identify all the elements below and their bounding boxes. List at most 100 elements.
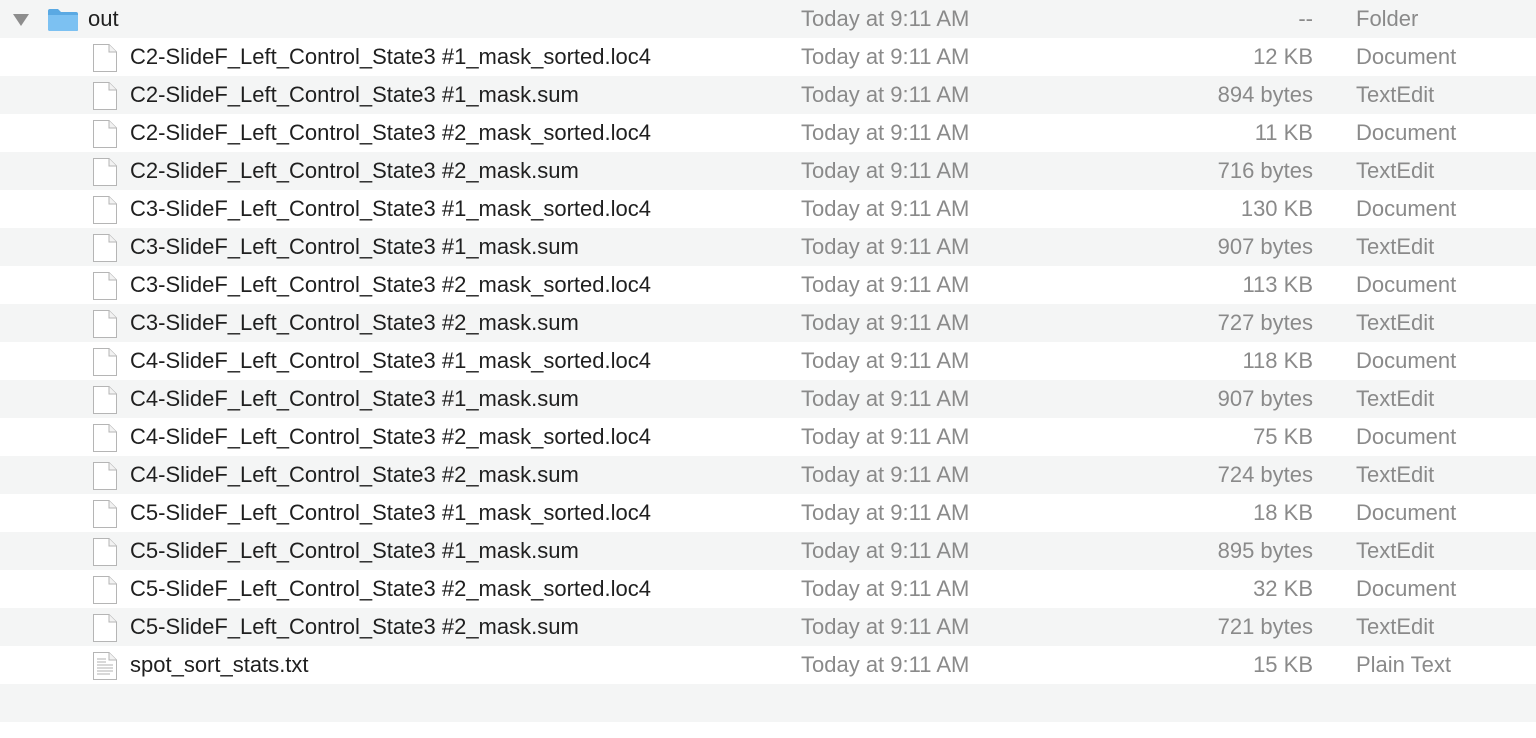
- file-row[interactable]: C5-SlideF_Left_Control_State3 #1_mask_so…: [0, 494, 1536, 532]
- file-row[interactable]: C4-SlideF_Left_Control_State3 #2_mask_so…: [0, 418, 1536, 456]
- document-icon: [92, 190, 118, 228]
- date-modified: Today at 9:11 AM: [801, 120, 970, 145]
- file-kind: Folder: [1356, 6, 1419, 31]
- file-kind: Document: [1356, 348, 1457, 373]
- file-row[interactable]: C5-SlideF_Left_Control_State3 #2_mask.su…: [0, 608, 1536, 646]
- file-list: out Today at 9:11 AM -- Folder C2-SlideF…: [0, 0, 1536, 722]
- disclosure-triangle-icon[interactable]: [10, 0, 32, 38]
- file-row[interactable]: C4-SlideF_Left_Control_State3 #1_mask_so…: [0, 342, 1536, 380]
- date-modified: Today at 9:11 AM: [801, 614, 970, 639]
- date-modified: Today at 9:11 AM: [801, 386, 970, 411]
- file-kind: Document: [1356, 44, 1457, 69]
- file-row[interactable]: C2-SlideF_Left_Control_State3 #2_mask.su…: [0, 152, 1536, 190]
- date-modified: Today at 9:11 AM: [801, 462, 970, 487]
- file-size: 11 KB: [1254, 120, 1313, 145]
- file-kind: TextEdit: [1356, 538, 1435, 563]
- file-row[interactable]: C3-SlideF_Left_Control_State3 #2_mask_so…: [0, 266, 1536, 304]
- date-modified: Today at 9:11 AM: [801, 538, 970, 563]
- date-modified: Today at 9:11 AM: [801, 652, 970, 677]
- file-name: C4-SlideF_Left_Control_State3 #1_mask_so…: [130, 348, 651, 373]
- file-kind: TextEdit: [1356, 310, 1435, 335]
- empty-row: [0, 684, 1536, 722]
- file-row[interactable]: C2-SlideF_Left_Control_State3 #1_mask.su…: [0, 76, 1536, 114]
- text-file-icon: [92, 646, 118, 684]
- file-size: 130 KB: [1240, 196, 1313, 221]
- folder-icon: [47, 0, 81, 38]
- folder-row-out[interactable]: out Today at 9:11 AM -- Folder: [0, 0, 1536, 38]
- date-modified: Today at 9:11 AM: [801, 44, 970, 69]
- document-icon: [92, 114, 118, 152]
- file-size: 907 bytes: [1217, 234, 1313, 259]
- file-size: --: [1298, 6, 1313, 31]
- file-kind: TextEdit: [1356, 82, 1435, 107]
- date-modified: Today at 9:11 AM: [801, 348, 970, 373]
- document-icon: [92, 152, 118, 190]
- file-size: 32 KB: [1253, 576, 1313, 601]
- file-row[interactable]: C5-SlideF_Left_Control_State3 #1_mask.su…: [0, 532, 1536, 570]
- folder-name: out: [88, 6, 119, 31]
- file-size: 727 bytes: [1217, 310, 1313, 335]
- document-icon: [92, 532, 118, 570]
- file-kind: TextEdit: [1356, 158, 1435, 183]
- file-size: 895 bytes: [1217, 538, 1313, 563]
- date-modified: Today at 9:11 AM: [801, 500, 970, 525]
- file-size: 118 KB: [1242, 348, 1313, 373]
- file-kind: Document: [1356, 120, 1457, 145]
- file-row[interactable]: C4-SlideF_Left_Control_State3 #1_mask.su…: [0, 380, 1536, 418]
- file-kind: Document: [1356, 272, 1457, 297]
- file-row[interactable]: C2-SlideF_Left_Control_State3 #2_mask_so…: [0, 114, 1536, 152]
- file-name: C5-SlideF_Left_Control_State3 #2_mask_so…: [130, 576, 651, 601]
- file-size: 75 KB: [1253, 424, 1313, 449]
- file-row[interactable]: C5-SlideF_Left_Control_State3 #2_mask_so…: [0, 570, 1536, 608]
- file-name: C3-SlideF_Left_Control_State3 #1_mask_so…: [130, 196, 651, 221]
- file-name: C5-SlideF_Left_Control_State3 #1_mask.su…: [130, 538, 579, 563]
- date-modified: Today at 9:11 AM: [801, 196, 970, 221]
- file-name: C4-SlideF_Left_Control_State3 #2_mask_so…: [130, 424, 651, 449]
- file-kind: TextEdit: [1356, 614, 1435, 639]
- document-icon: [92, 38, 118, 76]
- document-icon: [92, 418, 118, 456]
- date-modified: Today at 9:11 AM: [801, 82, 970, 107]
- file-size: 15 KB: [1253, 652, 1313, 677]
- file-size: 907 bytes: [1217, 386, 1313, 411]
- file-row[interactable]: C3-SlideF_Left_Control_State3 #2_mask.su…: [0, 304, 1536, 342]
- date-modified: Today at 9:11 AM: [801, 158, 970, 183]
- file-row[interactable]: C3-SlideF_Left_Control_State3 #1_mask_so…: [0, 190, 1536, 228]
- file-row[interactable]: C4-SlideF_Left_Control_State3 #2_mask.su…: [0, 456, 1536, 494]
- file-name: spot_sort_stats.txt: [130, 652, 309, 677]
- document-icon: [92, 266, 118, 304]
- date-modified: Today at 9:11 AM: [801, 272, 970, 297]
- date-modified: Today at 9:11 AM: [801, 576, 970, 601]
- file-row[interactable]: C2-SlideF_Left_Control_State3 #1_mask_so…: [0, 38, 1536, 76]
- document-icon: [92, 456, 118, 494]
- document-icon: [92, 304, 118, 342]
- document-icon: [92, 380, 118, 418]
- file-name: C2-SlideF_Left_Control_State3 #2_mask_so…: [130, 120, 651, 145]
- date-modified: Today at 9:11 AM: [801, 310, 970, 335]
- file-kind: Document: [1356, 576, 1457, 601]
- file-kind: TextEdit: [1356, 386, 1435, 411]
- file-name: C4-SlideF_Left_Control_State3 #1_mask.su…: [130, 386, 579, 411]
- date-modified: Today at 9:11 AM: [801, 6, 970, 31]
- document-icon: [92, 570, 118, 608]
- file-size: 721 bytes: [1217, 614, 1313, 639]
- file-kind: Plain Text: [1356, 652, 1451, 677]
- file-kind: Document: [1356, 424, 1457, 449]
- file-kind: Document: [1356, 500, 1457, 525]
- file-name: C3-SlideF_Left_Control_State3 #2_mask.su…: [130, 310, 579, 335]
- file-size: 724 bytes: [1217, 462, 1313, 487]
- file-size: 113 KB: [1242, 272, 1313, 297]
- file-row[interactable]: spot_sort_stats.txt Today at 9:11 AM 15 KB…: [0, 646, 1536, 684]
- date-modified: Today at 9:11 AM: [801, 424, 970, 449]
- file-name: C3-SlideF_Left_Control_State3 #1_mask.su…: [130, 234, 579, 259]
- file-name: C4-SlideF_Left_Control_State3 #2_mask.su…: [130, 462, 579, 487]
- file-kind: Document: [1356, 196, 1457, 221]
- document-icon: [92, 494, 118, 532]
- file-size: 894 bytes: [1217, 82, 1313, 107]
- file-kind: TextEdit: [1356, 234, 1435, 259]
- file-row[interactable]: C3-SlideF_Left_Control_State3 #1_mask.su…: [0, 228, 1536, 266]
- date-modified: Today at 9:11 AM: [801, 234, 970, 259]
- file-name: C2-SlideF_Left_Control_State3 #2_mask.su…: [130, 158, 579, 183]
- file-size: 716 bytes: [1217, 158, 1313, 183]
- file-name: C5-SlideF_Left_Control_State3 #2_mask.su…: [130, 614, 579, 639]
